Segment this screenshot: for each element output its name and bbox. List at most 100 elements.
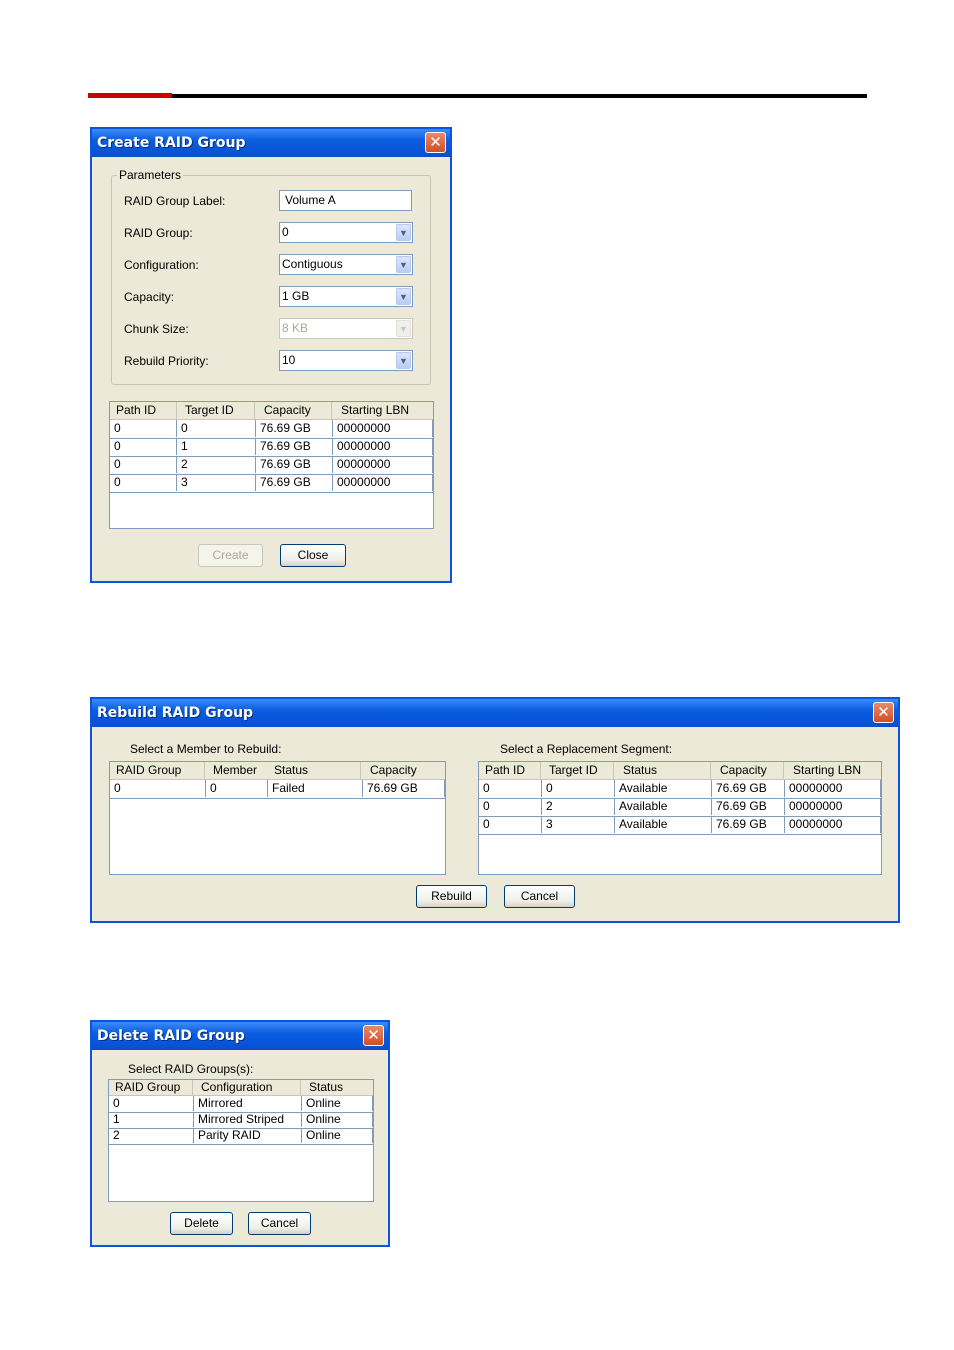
rebuild-priority-value: 10 <box>282 353 296 367</box>
rebuild-priority-select[interactable]: 10 ▼ <box>279 350 413 371</box>
table-cell: 00000000 <box>785 798 881 815</box>
delete-caption: Select RAID Groups(s): <box>128 1062 254 1076</box>
capacity-label: Capacity: <box>124 290 175 304</box>
chevron-down-icon[interactable]: ▼ <box>396 352 411 369</box>
table-cell: Available <box>615 780 712 797</box>
table-cell: 2 <box>109 1128 194 1143</box>
table-row[interactable]: 0 0 76.69 GB 00000000 <box>110 420 433 439</box>
table-cell: Online <box>302 1112 373 1127</box>
table-row[interactable]: 0 3 Available 76.69 GB 00000000 <box>479 816 881 835</box>
table-header: RAID Group Configuration Status <box>109 1080 373 1096</box>
chevron-down-icon[interactable]: ▼ <box>396 224 411 241</box>
chunk-size-value: 8 KB <box>282 321 309 335</box>
table-header: RAID Group Member Status Capacity <box>110 762 445 780</box>
column-header[interactable]: Status <box>613 762 657 779</box>
column-header[interactable]: Path ID <box>485 762 525 779</box>
table-cell: 1 <box>177 438 256 455</box>
create-raid-group-dialog: Create RAID Group ✕ Parameters RAID Grou… <box>90 127 452 583</box>
delete-button[interactable]: Delete <box>170 1212 233 1235</box>
table-row[interactable]: 0 0 Failed 76.69 GB <box>110 780 445 799</box>
column-header[interactable]: Capacity <box>254 402 311 419</box>
table-row[interactable]: 1 Mirrored Striped Online <box>109 1112 373 1129</box>
table-cell: 3 <box>542 816 615 833</box>
table-cell: 76.69 GB <box>256 420 333 437</box>
table-cell: 0 <box>110 438 177 455</box>
column-header[interactable]: Capacity <box>710 762 767 779</box>
table-row[interactable]: 0 1 76.69 GB 00000000 <box>110 438 433 457</box>
delete-dialog-titlebar[interactable]: Delete RAID Group <box>92 1022 388 1050</box>
table-cell: Mirrored Striped <box>194 1112 302 1127</box>
table-cell: 0 <box>206 780 268 797</box>
table-cell: 0 <box>110 420 177 437</box>
column-header[interactable]: Status <box>300 1080 343 1095</box>
configuration-label: Configuration: <box>124 258 199 272</box>
chevron-down-icon[interactable]: ▼ <box>396 288 411 305</box>
column-header[interactable]: RAID Group <box>116 762 181 779</box>
table-cell: 76.69 GB <box>712 816 785 833</box>
column-header[interactable]: Starting LBN <box>331 402 409 419</box>
table-cell: 1 <box>109 1112 194 1127</box>
table-cell: 0 <box>177 420 256 437</box>
column-header[interactable]: Status <box>274 762 308 779</box>
close-icon[interactable]: ✕ <box>873 702 894 723</box>
table-row[interactable]: 0 Mirrored Online <box>109 1096 373 1113</box>
member-table: RAID Group Member Status Capacity 0 0 Fa… <box>109 761 446 875</box>
chunk-size-select: 8 KB ▼ <box>279 318 413 339</box>
close-icon[interactable]: ✕ <box>363 1025 384 1046</box>
replacement-segment-table: Path ID Target ID Status Capacity Starti… <box>478 761 882 875</box>
table-cell: Online <box>302 1128 373 1143</box>
table-cell: 0 <box>110 456 177 473</box>
raid-group-value: 0 <box>282 225 289 239</box>
configuration-select[interactable]: Contiguous ▼ <box>279 254 413 275</box>
chevron-down-icon[interactable]: ▼ <box>396 256 411 273</box>
column-header[interactable]: Target ID <box>176 402 234 419</box>
table-cell: 2 <box>542 798 615 815</box>
table-cell: Available <box>615 816 712 833</box>
create-dialog-titlebar[interactable]: Create RAID Group <box>92 129 450 157</box>
create-button: Create <box>198 544 263 567</box>
chevron-down-icon: ▼ <box>396 320 411 337</box>
column-header[interactable]: Target ID <box>540 762 598 779</box>
table-cell: 0 <box>479 780 542 797</box>
table-row[interactable]: 0 2 76.69 GB 00000000 <box>110 456 433 475</box>
close-icon[interactable]: ✕ <box>425 132 446 153</box>
rebuild-button[interactable]: Rebuild <box>416 885 487 908</box>
raid-group-label-input[interactable]: Volume A <box>279 190 412 211</box>
table-cell: Online <box>302 1096 373 1111</box>
rebuild-dialog-title: Rebuild RAID Group <box>97 705 254 721</box>
cancel-button[interactable]: Cancel <box>504 885 575 908</box>
table-cell: 00000000 <box>333 420 433 437</box>
create-dialog-title: Create RAID Group <box>97 135 246 151</box>
table-header: Path ID Target ID Capacity Starting LBN <box>110 402 433 420</box>
table-cell: 00000000 <box>333 456 433 473</box>
table-cell: 00000000 <box>333 474 433 491</box>
table-cell: 0 <box>110 474 177 491</box>
table-row[interactable]: 0 3 76.69 GB 00000000 <box>110 474 433 493</box>
column-header[interactable]: Path ID <box>116 402 156 419</box>
raid-group-select[interactable]: 0 ▼ <box>279 222 413 243</box>
column-header[interactable]: Starting LBN <box>783 762 861 779</box>
close-button[interactable]: Close <box>280 544 346 567</box>
column-header[interactable]: RAID Group <box>115 1080 180 1095</box>
column-header[interactable]: Configuration <box>192 1080 272 1095</box>
rebuild-dialog-titlebar[interactable]: Rebuild RAID Group <box>92 699 898 727</box>
capacity-select[interactable]: 1 GB ▼ <box>279 286 413 307</box>
parameters-label: Parameters <box>117 168 184 182</box>
column-header[interactable]: Capacity <box>360 762 417 779</box>
table-cell: 76.69 GB <box>256 456 333 473</box>
table-row[interactable]: 0 2 Available 76.69 GB 00000000 <box>479 798 881 817</box>
table-cell: 00000000 <box>333 438 433 455</box>
table-header: Path ID Target ID Status Capacity Starti… <box>479 762 881 780</box>
capacity-value: 1 GB <box>282 289 310 303</box>
configuration-value: Contiguous <box>282 257 343 271</box>
cancel-button[interactable]: Cancel <box>248 1212 311 1235</box>
table-row[interactable]: 0 0 Available 76.69 GB 00000000 <box>479 780 881 799</box>
column-header[interactable]: Member <box>204 762 257 779</box>
rebuild-raid-group-dialog: Rebuild RAID Group ✕ Select a Member to … <box>90 697 900 923</box>
table-row[interactable]: 2 Parity RAID Online <box>109 1128 373 1145</box>
table-cell: 00000000 <box>785 816 881 833</box>
delete-dialog-title: Delete RAID Group <box>97 1028 245 1044</box>
table-cell: Mirrored <box>194 1096 302 1111</box>
chunk-size-label: Chunk Size: <box>124 322 189 336</box>
table-cell: Available <box>615 798 712 815</box>
